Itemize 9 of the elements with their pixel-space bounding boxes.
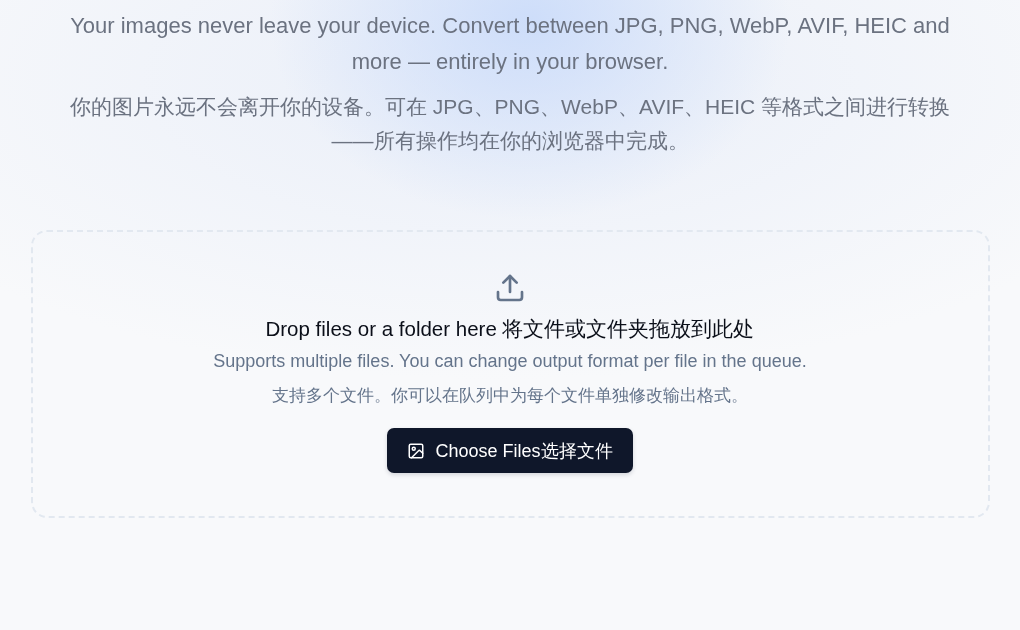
drop-zone[interactable]: Drop files or a folder here 将文件或文件夹拖放到此处 Supports multiple files. You can change output format per file in the queue. 支持多个文件。你可以在队列中为每个文件单独修改输出格式。 Choose Files选择文件 [30, 230, 990, 518]
intro-text: Your images never leave your device. Convert between JPG, PNG, WebP, AVIF, HEIC and more — entirely in your browser. [69, 12, 951, 76]
drop-hint: 支持多个文件。你可以在队列中为每个文件单独修改输出格式。 [272, 385, 748, 407]
upload-icon [494, 272, 526, 304]
choose-files-button[interactable]: Choose Files选择文件 [387, 428, 633, 473]
drop-title: Drop files or a folder here 将文件或文件夹拖放到此处 [265, 316, 755, 342]
drop-hint: Supports multiple files. You can change output format per file in the queue. [213, 350, 807, 373]
intro-text: 你的图片永远不会离开你的设备。可在 JPG、PNG、WebP、AVIF、HEIC 等格式之间进行转换——所有操作均在你的浏览器中完成。 [68, 94, 952, 154]
image-icon [407, 441, 426, 460]
